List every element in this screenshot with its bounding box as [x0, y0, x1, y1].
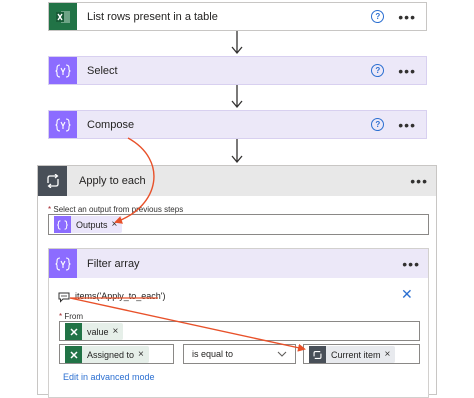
apply-to-each-title: Apply to each: [79, 175, 146, 187]
condition-right-input[interactable]: Current item ×: [303, 344, 420, 364]
token-label: Assigned to: [87, 349, 135, 360]
chevron-down-icon: [277, 351, 287, 357]
from-field-label: * From: [59, 312, 84, 321]
excel-icon: [65, 323, 82, 340]
help-icon[interactable]: ?: [371, 64, 385, 77]
outputs-token[interactable]: Outputs ×: [54, 216, 123, 233]
remove-token-icon[interactable]: ×: [385, 349, 396, 360]
operator-dropdown[interactable]: is equal to: [183, 344, 296, 364]
connector-arrow: [231, 31, 243, 55]
step-card-list-rows[interactable]: List rows present in a table ? •••: [48, 2, 427, 31]
remove-token-icon[interactable]: ×: [112, 219, 123, 230]
more-options-icon[interactable]: •••: [402, 257, 420, 271]
required-marker: *: [48, 205, 52, 214]
step-card-compose[interactable]: Compose ? •••: [48, 110, 427, 139]
token-label: value: [87, 326, 109, 337]
loop-icon: [38, 166, 67, 196]
step-title: List rows present in a table: [87, 10, 218, 23]
required-marker: *: [59, 312, 63, 321]
data-operation-icon: [54, 216, 71, 233]
help-icon[interactable]: ?: [371, 10, 385, 23]
more-options-icon[interactable]: •••: [410, 174, 428, 188]
step-card-select[interactable]: Select ? •••: [48, 56, 427, 85]
token-label: Outputs: [76, 219, 108, 230]
operator-value: is equal to: [192, 349, 234, 359]
comment-icon: [58, 292, 70, 303]
apply-to-each-header[interactable]: Apply to each •••: [38, 166, 436, 196]
filter-array-header[interactable]: Filter array •••: [49, 249, 428, 278]
excel-icon: [49, 3, 77, 30]
data-operation-icon: [49, 57, 77, 84]
loop-icon: [309, 346, 326, 363]
step-title: Compose: [87, 118, 135, 131]
excel-icon: [65, 346, 82, 363]
more-options-icon[interactable]: •••: [398, 64, 416, 78]
connector-arrow: [231, 139, 243, 164]
edit-advanced-mode-link[interactable]: Edit in advanced mode: [63, 372, 155, 382]
more-options-icon[interactable]: •••: [398, 10, 416, 24]
condition-left-input[interactable]: Assigned to ×: [59, 344, 174, 364]
filter-array-title: Filter array: [87, 257, 140, 270]
data-operation-icon: [49, 111, 77, 138]
filter-array-card: Filter array ••• items('Apply_to_each') …: [48, 248, 429, 398]
output-input[interactable]: Outputs ×: [48, 214, 429, 235]
expression-text[interactable]: items('Apply_to_each'): [75, 291, 165, 301]
output-field-label: * Select an output from previous steps: [48, 205, 184, 214]
apply-to-each-container: Apply to each ••• * Select an output fro…: [37, 165, 437, 398]
remove-token-icon[interactable]: ×: [113, 326, 124, 337]
from-input[interactable]: value ×: [59, 321, 420, 341]
connector-arrow: [231, 85, 243, 109]
step-title: Select: [87, 64, 118, 77]
value-token[interactable]: value ×: [65, 323, 124, 340]
current-item-token[interactable]: Current item ×: [309, 346, 396, 363]
more-options-icon[interactable]: •••: [398, 118, 416, 132]
data-operation-icon: [49, 249, 77, 278]
assigned-to-token[interactable]: Assigned to ×: [65, 346, 149, 363]
close-icon[interactable]: ✕: [401, 286, 413, 303]
remove-token-icon[interactable]: ×: [138, 349, 149, 360]
token-label: Current item: [331, 349, 381, 360]
help-icon[interactable]: ?: [371, 118, 385, 131]
